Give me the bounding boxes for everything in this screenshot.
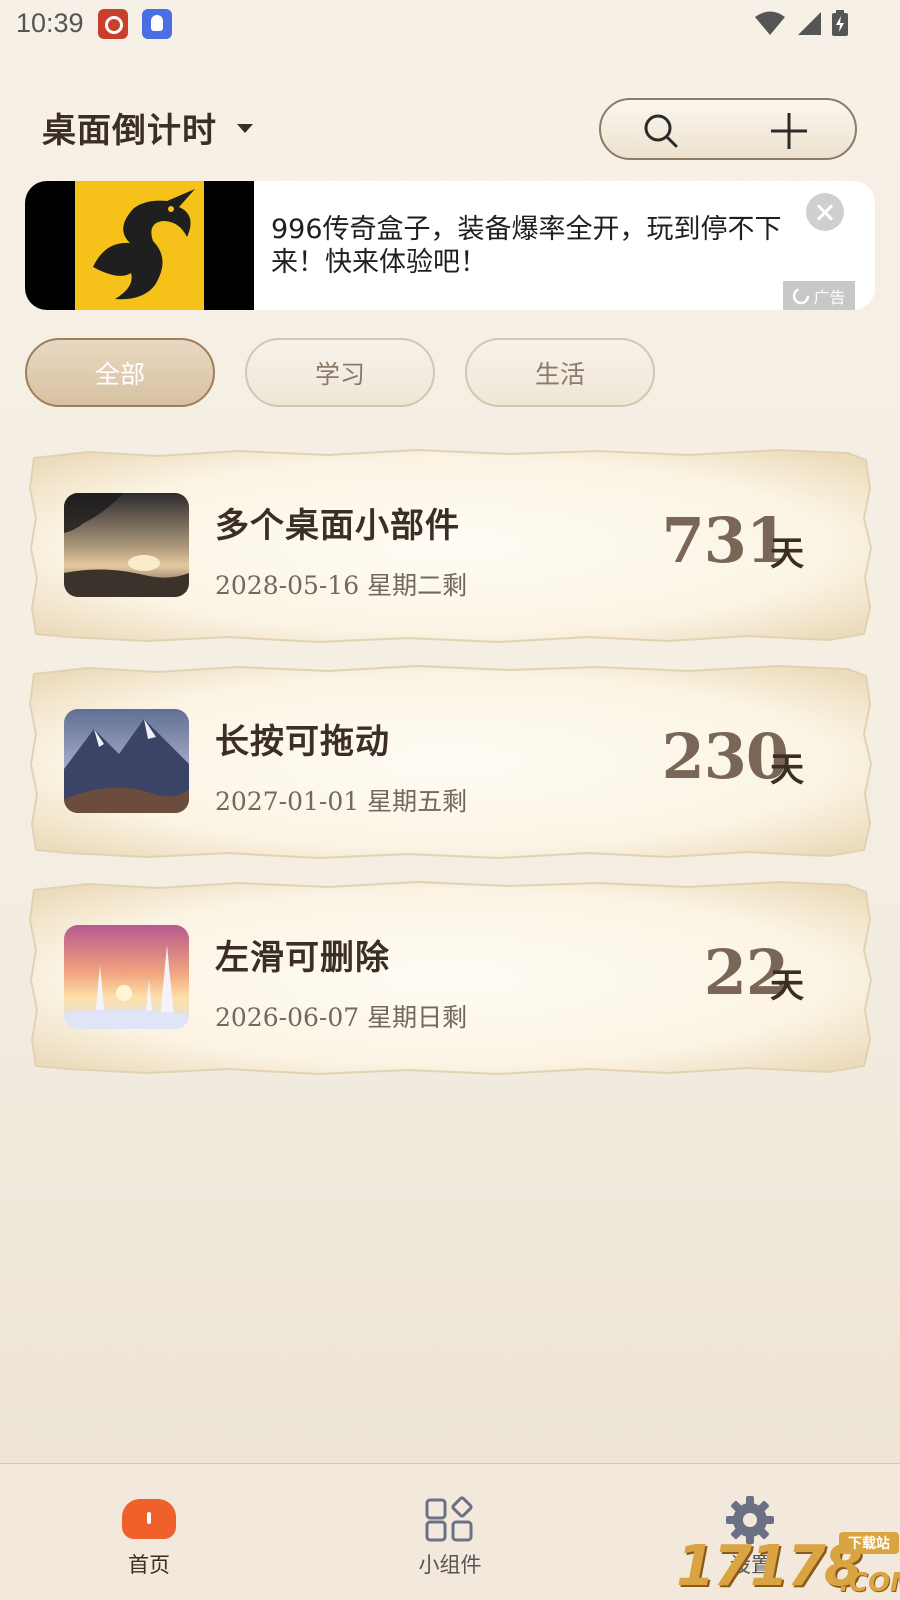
countdown-card[interactable]: 长按可拖动 2027-01-01 星期五剩 230 天 — [28, 664, 874, 860]
weibo-notification-icon — [98, 9, 128, 39]
ad-tag: 广告 — [783, 281, 855, 310]
nav-widgets[interactable]: 小组件 — [360, 1464, 540, 1600]
status-time: 10:39 — [16, 8, 84, 38]
search-icon[interactable] — [641, 112, 681, 148]
countdown-card[interactable]: 左滑可删除 2026-06-07 星期日剩 22 天 — [28, 880, 874, 1076]
battery-icon — [832, 10, 848, 36]
tab-life[interactable]: 生活 — [465, 338, 655, 407]
days-unit: 天 — [770, 750, 804, 790]
tab-all[interactable]: 全部 — [25, 338, 215, 407]
app-title[interactable]: 桌面倒计时 — [42, 103, 217, 152]
watermark-text: 17178 — [676, 1534, 863, 1599]
dragon-logo-icon — [93, 189, 195, 300]
add-icon[interactable] — [769, 111, 809, 151]
card-date: 2027-01-01 星期五剩 — [215, 787, 468, 816]
tab-study[interactable]: 学习 — [245, 338, 435, 407]
card-date: 2026-06-07 星期日剩 — [215, 1003, 468, 1032]
card-title: 长按可拖动 — [215, 722, 390, 762]
app-notification-icon — [142, 9, 172, 39]
header-actions — [599, 98, 857, 160]
ad-tag-label: 广告 — [813, 287, 846, 307]
wifi-icon — [755, 11, 785, 35]
days-unit: 天 — [770, 966, 804, 1006]
home-icon — [122, 1499, 176, 1539]
card-title: 左滑可删除 — [215, 938, 390, 978]
status-bar: 10:39 — [0, 0, 900, 48]
watermark-badge: 下载站 — [839, 1532, 899, 1554]
close-icon[interactable] — [806, 193, 844, 231]
watermark-logo: 17178 下载站 .COM — [676, 1532, 900, 1600]
system-icons — [754, 10, 848, 36]
card-image — [64, 709, 189, 813]
card-image — [64, 925, 189, 1029]
card-date: 2028-05-16 星期二剩 — [215, 571, 468, 600]
card-title: 多个桌面小部件 — [215, 506, 460, 546]
dropdown-caret-icon[interactable] — [237, 124, 253, 133]
ad-text[interactable]: 996传奇盒子，装备爆率全开，玩到停不下来！快来体验吧！ — [271, 213, 811, 279]
widgets-icon — [425, 1496, 473, 1542]
ad-image[interactable] — [25, 181, 254, 310]
ad-banner[interactable]: 996传奇盒子，装备爆率全开，玩到停不下来！快来体验吧！ 广告 — [25, 181, 875, 310]
countdown-card[interactable]: 多个桌面小部件 2028-05-16 星期二剩 731 天 — [28, 448, 874, 644]
signal-icon — [798, 12, 821, 35]
watermark-suffix: .COM — [839, 1568, 900, 1598]
ad-logo-icon — [793, 287, 810, 304]
nav-label: 首页 — [128, 1553, 170, 1577]
nav-label: 小组件 — [418, 1553, 482, 1577]
nav-home[interactable]: 首页 — [59, 1464, 239, 1600]
days-unit: 天 — [770, 534, 804, 574]
card-image — [64, 493, 189, 597]
